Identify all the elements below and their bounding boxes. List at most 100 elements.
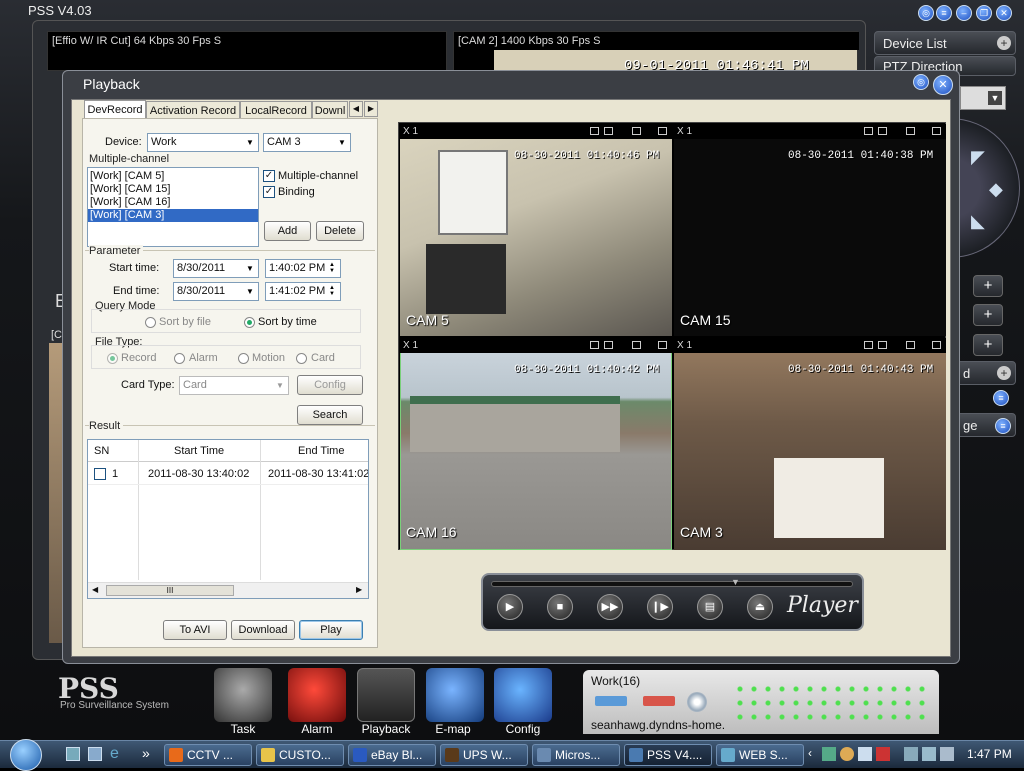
plus-icon[interactable]: + xyxy=(997,36,1011,50)
alarm-radio[interactable] xyxy=(174,353,185,364)
col-start-time[interactable]: Start Time xyxy=(174,445,224,457)
config-icon[interactable] xyxy=(494,668,552,722)
alarm-icon[interactable] xyxy=(288,668,346,722)
cell-icon[interactable] xyxy=(906,341,915,349)
scroll-right-icon[interactable]: ▶ xyxy=(356,585,362,594)
snapshot-icon[interactable]: ▤ xyxy=(697,594,723,620)
tray-expand-icon[interactable]: ‹ xyxy=(808,746,812,760)
clock[interactable]: 1:47 PM xyxy=(967,747,1012,761)
plus-icon[interactable]: + xyxy=(997,366,1011,380)
playback-close-icon[interactable]: ✕ xyxy=(933,75,953,95)
device-list-header[interactable]: Device List + xyxy=(874,31,1016,55)
messenger-icon[interactable] xyxy=(840,747,854,761)
cell-icon[interactable] xyxy=(878,127,887,135)
cell-icon[interactable] xyxy=(590,341,599,349)
cell-icon[interactable] xyxy=(864,127,873,135)
show-desktop-icon[interactable] xyxy=(66,747,80,761)
taskbar-item[interactable]: eBay Bl... xyxy=(348,744,436,766)
cell-icon[interactable] xyxy=(632,127,641,135)
sort-by-time-radio[interactable] xyxy=(244,317,255,328)
task-icon[interactable] xyxy=(214,668,272,722)
cell-icon[interactable] xyxy=(604,127,613,135)
delete-button[interactable]: Delete xyxy=(316,221,364,241)
scroll-left-icon[interactable]: ◀ xyxy=(92,585,98,594)
end-time-field[interactable]: 1:41:02 PM ▲ ▼ xyxy=(265,282,341,301)
channel-item[interactable]: [Work] [CAM 5] xyxy=(88,170,258,183)
start-date-picker[interactable]: 8/30/2011 ▼ xyxy=(173,259,259,278)
sort-by-file-radio[interactable] xyxy=(145,317,156,328)
cell-icon[interactable] xyxy=(878,341,887,349)
playback-pin-icon[interactable]: ◎ xyxy=(913,74,929,90)
record-radio[interactable] xyxy=(107,353,118,364)
cell-icon[interactable] xyxy=(632,341,641,349)
fast-forward-icon[interactable]: ▶▶ xyxy=(597,594,623,620)
eject-icon[interactable]: ⏏ xyxy=(747,594,773,620)
ptz-dropdown[interactable]: ▼ xyxy=(960,86,1006,110)
emap-icon[interactable] xyxy=(426,668,484,722)
result-table[interactable]: SN Start Time End Time 1 2011-08-30 13:4… xyxy=(87,439,369,599)
menu-icon[interactable]: ≡ xyxy=(936,5,952,21)
row-checkbox[interactable] xyxy=(94,468,106,480)
start-time-field[interactable]: 1:40:02 PM ▲ ▼ xyxy=(265,259,341,278)
minimize-icon[interactable]: – xyxy=(956,5,972,21)
spinner-icon[interactable]: ▲ ▼ xyxy=(326,285,338,298)
card-radio[interactable] xyxy=(296,353,307,364)
download-button[interactable]: Download xyxy=(231,620,295,640)
playback-icon[interactable] xyxy=(357,668,415,722)
play-icon[interactable]: ▶ xyxy=(497,594,523,620)
zoom-plus-button[interactable]: + xyxy=(973,275,1003,297)
ie-icon[interactable]: e xyxy=(110,745,119,763)
tab-scroll-left-icon[interactable]: ◀ xyxy=(349,101,363,117)
channel-item[interactable]: [Work] [CAM 15] xyxy=(88,183,258,196)
taskbar-item[interactable]: CUSTO... xyxy=(256,744,344,766)
network-icon[interactable] xyxy=(822,747,836,761)
live-cam-1[interactable]: [Effio W/ IR Cut] 64 Kbps 30 Fps S xyxy=(47,31,447,71)
cell-icon[interactable] xyxy=(590,127,599,135)
list-icon[interactable]: ≡ xyxy=(995,418,1011,434)
multichannel-checkbox[interactable]: ✓ xyxy=(263,170,275,182)
taskbar-item[interactable]: Micros... xyxy=(532,744,620,766)
taskbar-item-active[interactable]: PSS V4.... xyxy=(624,744,712,766)
table-row[interactable]: 1 2011-08-30 13:40:02 2011-08-30 13:41:0… xyxy=(88,463,368,485)
pin-icon[interactable]: ◎ xyxy=(918,5,934,21)
camera-select[interactable]: CAM 3 ▼ xyxy=(263,133,351,152)
add-button[interactable]: Add xyxy=(264,221,311,241)
restore-icon[interactable]: ❐ xyxy=(976,5,992,21)
live-cam-2[interactable]: [CAM 2] 1400 Kbps 30 Fps S 09-01-2011 01… xyxy=(453,31,859,74)
taskbar-item[interactable]: UPS W... xyxy=(440,744,528,766)
spinner-icon[interactable]: ▲ ▼ xyxy=(326,262,338,275)
config-button[interactable]: Config xyxy=(297,375,363,395)
scroll-thumb[interactable]: III xyxy=(106,585,234,596)
focus-plus-button[interactable]: + xyxy=(973,304,1003,326)
shield-icon[interactable] xyxy=(876,747,890,761)
card-type-select[interactable]: Card ▼ xyxy=(179,376,289,395)
tray-icon[interactable] xyxy=(922,747,936,761)
iris-plus-button[interactable]: + xyxy=(973,334,1003,356)
horizontal-scrollbar[interactable]: ◀ III ▶ xyxy=(88,582,368,598)
binding-checkbox[interactable]: ✓ xyxy=(263,186,275,198)
search-button[interactable]: Search xyxy=(297,405,363,425)
right-panel-item-1[interactable]: d + xyxy=(954,361,1016,385)
tray-icon[interactable] xyxy=(858,747,872,761)
cell-icon[interactable] xyxy=(906,127,915,135)
device-select[interactable]: Work ▼ xyxy=(147,133,259,152)
col-sn[interactable]: SN xyxy=(94,445,109,457)
progress-bar[interactable] xyxy=(491,581,853,587)
ptz-right-icon[interactable]: ◆ xyxy=(989,179,1003,200)
col-end-time[interactable]: End Time xyxy=(298,445,344,457)
cell-icon[interactable] xyxy=(864,341,873,349)
stop-icon[interactable]: ■ xyxy=(547,594,573,620)
start-button[interactable] xyxy=(10,739,42,771)
cell-icon[interactable] xyxy=(604,341,613,349)
close-icon[interactable] xyxy=(932,127,941,135)
ptz-up-icon[interactable]: ◤ xyxy=(971,147,985,168)
right-panel-item-2[interactable]: ge ≡ xyxy=(954,413,1016,437)
ptz-joystick[interactable]: ◤ ◆ ◣ xyxy=(950,118,1020,258)
settings-icon[interactable]: ≡ xyxy=(993,390,1009,406)
step-frame-icon[interactable]: ❙▶ xyxy=(647,594,673,620)
motion-radio[interactable] xyxy=(238,353,249,364)
ptz-down-icon[interactable]: ◣ xyxy=(971,211,985,232)
taskbar-item[interactable]: WEB S... xyxy=(716,744,804,766)
channel-list[interactable]: [Work] [CAM 5] [Work] [CAM 15] [Work] [C… xyxy=(87,167,259,247)
channel-item[interactable]: [Work] [CAM 16] xyxy=(88,196,258,209)
